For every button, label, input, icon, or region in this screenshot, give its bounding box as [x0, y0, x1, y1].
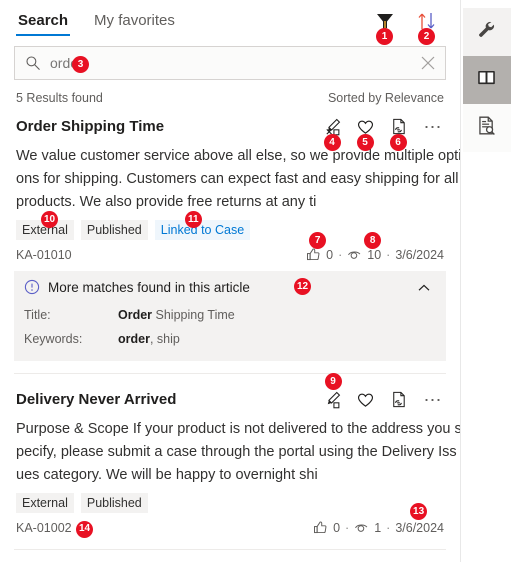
- search-input-value[interactable]: order: [50, 55, 419, 71]
- filter-icon[interactable]: 1: [374, 10, 396, 45]
- more-match-value: order, ship: [118, 327, 180, 351]
- chevron-up-icon[interactable]: [416, 280, 432, 296]
- result-item: Order Shipping Time 4 5 6 ⋯ We value cus…: [0, 105, 460, 262]
- more-match-rest: Shipping Time: [152, 308, 235, 322]
- more-match-label: Title:: [24, 308, 51, 322]
- more-match-row: Keywords: order, ship: [24, 327, 434, 351]
- result-chips: External Published: [16, 493, 444, 513]
- more-match-rest: , ship: [149, 332, 180, 346]
- chip-external: External: [16, 493, 74, 513]
- marker-12: 12: [294, 278, 311, 295]
- result-header: Delivery Never Arrived 9 ⋯: [16, 373, 445, 412]
- marker-3: 3: [72, 56, 89, 73]
- result-date: 3/6/2024: [395, 247, 444, 262]
- more-match-row: Title: Order Shipping Time: [24, 303, 434, 327]
- result-actions: 4 5 6 ⋯: [323, 115, 445, 151]
- result-title[interactable]: Delivery Never Arrived: [16, 388, 176, 410]
- ellipsis-icon[interactable]: ⋯: [422, 118, 445, 136]
- marker-7: 7: [309, 232, 327, 249]
- more-match-label: Keywords:: [24, 332, 83, 346]
- stat-separator: ·: [338, 247, 343, 262]
- book-icon: [476, 67, 497, 93]
- results-meta-row: 5 Results found Sorted by Relevance: [16, 91, 444, 105]
- document-search-icon: [476, 115, 497, 141]
- likes-count: 0: [326, 247, 334, 262]
- thumbs-up-icon[interactable]: [306, 247, 321, 262]
- more-matches-rows: Title: Order Shipping Time Keywords: ord…: [24, 303, 434, 351]
- wrench-icon: [476, 19, 497, 45]
- more-match-value: Order Shipping Time: [118, 303, 235, 327]
- result-date: 3/6/2024: [395, 520, 444, 535]
- result-footer: KA-01010 0 · 10 · 3/6/2024 7 8: [16, 232, 444, 262]
- chip-published: Published: [80, 220, 148, 240]
- marker-9: 9: [324, 373, 342, 390]
- result-divider: [14, 549, 446, 550]
- results-count: 5 Results found: [16, 91, 103, 105]
- more-match-highlight: order: [118, 332, 150, 346]
- more-matches-header[interactable]: More matches found in this article 12: [24, 278, 434, 296]
- sort-ascending-descending-icon[interactable]: 2: [416, 10, 438, 45]
- search-main-panel: Search My favorites 1 2 order 3 5 Result…: [0, 0, 460, 562]
- marker-1: 1: [376, 28, 393, 45]
- article-id: KA-01002 14: [16, 520, 93, 538]
- tab-my-favorites[interactable]: My favorites: [92, 12, 177, 36]
- eye-view-icon[interactable]: [354, 520, 369, 535]
- chip-linked-to-case[interactable]: Linked to Case 11: [154, 211, 251, 240]
- search-icon: [25, 55, 41, 71]
- more-matches-panel: More matches found in this article 12 Ti…: [14, 271, 446, 361]
- heart-icon[interactable]: 5: [356, 117, 375, 151]
- stat-separator: ·: [386, 247, 391, 262]
- rail-item-tools[interactable]: [462, 8, 511, 56]
- result-item: Delivery Never Arrived 9 ⋯ Purpose & Sco…: [0, 373, 460, 538]
- stat-separator: ·: [386, 520, 391, 535]
- ellipsis-icon[interactable]: ⋯: [422, 391, 445, 409]
- rail-item-smart-assist[interactable]: [462, 104, 511, 152]
- info-circle-icon: [24, 279, 40, 295]
- result-snippet: Purpose & Scope If your product is not d…: [16, 421, 460, 483]
- likes-count: 0: [333, 520, 341, 535]
- views-count: 10: [367, 247, 382, 262]
- marker-6: 6: [389, 134, 407, 151]
- marker-11: 11: [184, 211, 202, 228]
- views-count: 1: [374, 520, 382, 535]
- marker-14: 14: [76, 520, 93, 538]
- knowledge-search-panel: Search My favorites 1 2 order 3 5 Result…: [0, 0, 512, 562]
- eye-view-icon[interactable]: [347, 247, 362, 262]
- search-input[interactable]: order 3: [14, 46, 446, 80]
- thumbs-up-icon[interactable]: [313, 520, 328, 535]
- sorted-by-label[interactable]: Sorted by Relevance: [328, 91, 444, 105]
- result-actions: 9 ⋯: [323, 373, 445, 409]
- more-match-highlight: Order: [118, 308, 153, 322]
- marker-10: 10: [41, 211, 58, 228]
- result-stats: 0 · 1 · 3/6/2024 13: [313, 503, 444, 535]
- copy-link-icon[interactable]: [389, 390, 408, 409]
- tab-search[interactable]: Search: [16, 12, 71, 36]
- marker-13: 13: [410, 503, 428, 520]
- result-snippet: We value customer service above all else…: [16, 148, 460, 210]
- result-stats: 0 · 10 · 3/6/2024 7 8: [306, 232, 444, 262]
- close-icon[interactable]: [419, 54, 437, 72]
- chip-published: Published: [80, 493, 148, 513]
- chip-external: External 10: [16, 211, 74, 240]
- link-case-icon[interactable]: 9: [323, 373, 342, 409]
- stat-separator: ·: [345, 520, 350, 535]
- heart-icon[interactable]: [356, 390, 375, 409]
- unlink-case-icon[interactable]: 4: [323, 117, 342, 151]
- marker-2: 2: [418, 28, 435, 45]
- article-id: KA-01010: [16, 247, 72, 262]
- header-actions: 1 2: [374, 10, 438, 45]
- result-header: Order Shipping Time 4 5 6 ⋯: [16, 115, 445, 151]
- marker-5: 5: [356, 134, 374, 151]
- result-title[interactable]: Order Shipping Time: [16, 115, 164, 137]
- marker-8: 8: [364, 232, 382, 249]
- right-rail: [460, 0, 512, 562]
- marker-4: 4: [323, 134, 341, 151]
- copy-link-icon[interactable]: 6: [389, 117, 408, 151]
- result-footer: KA-01002 14 0 · 1 · 3/6/2024 13: [16, 503, 444, 538]
- rail-item-knowledge-base[interactable]: [462, 56, 511, 104]
- more-matches-label: More matches found in this article: [48, 279, 250, 295]
